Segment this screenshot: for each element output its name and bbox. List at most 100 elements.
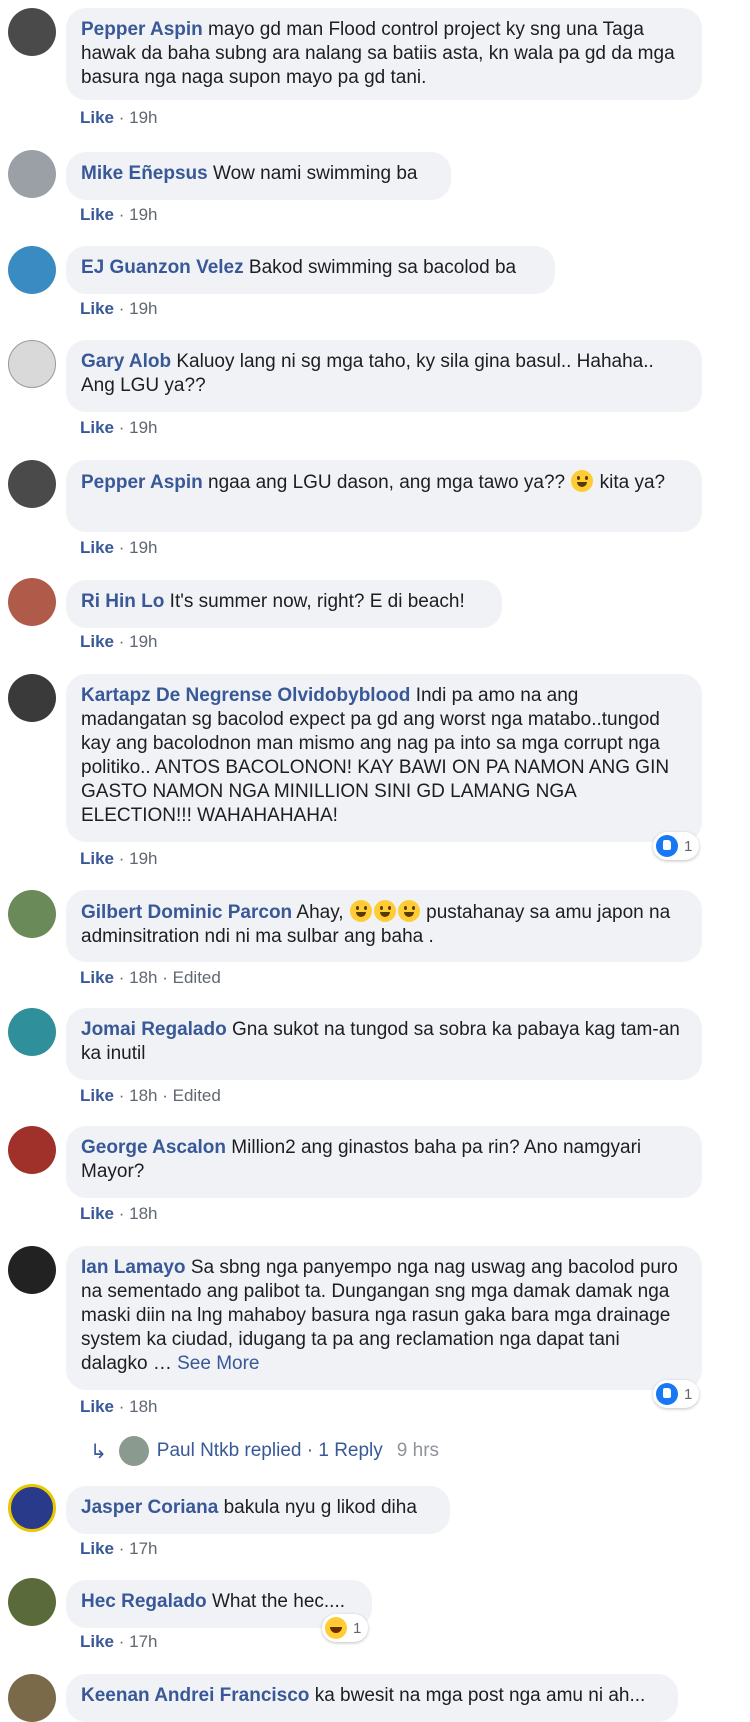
like-button[interactable]: Like	[80, 632, 114, 651]
comment-author[interactable]: Keenan Andrei Francisco	[81, 1685, 309, 1706]
comment-author[interactable]: Gilbert Dominic Parcon	[81, 902, 292, 923]
avatar[interactable]	[8, 1008, 56, 1056]
comment-meta: Like · 17h	[80, 1539, 158, 1558]
comment-meta: Like · 19h	[80, 632, 158, 651]
comment-text: bakula nyu g likod diha	[223, 1497, 417, 1518]
reaction-number: 1	[684, 837, 693, 855]
like-button[interactable]: Like	[80, 1204, 114, 1223]
avatar[interactable]	[8, 150, 56, 198]
comment-time[interactable]: 18h	[129, 968, 157, 987]
like-reaction-icon	[656, 835, 678, 857]
comment-bubble: George Ascalon Million2 ang ginastos bah…	[66, 1126, 702, 1198]
comment-meta: Like · 19h	[80, 418, 158, 437]
comment-time[interactable]: 18h	[129, 1086, 157, 1105]
like-button[interactable]: Like	[80, 1086, 114, 1105]
comment-meta: Like · 18h · Edited	[80, 1086, 221, 1105]
comment-author[interactable]: Jasper Coriana	[81, 1497, 218, 1518]
avatar[interactable]	[8, 674, 56, 722]
comment-bubble: Kartapz De Negrense Olvidobyblood Indi p…	[66, 674, 702, 842]
grinning-face-icon	[397, 900, 420, 922]
grinning-face-icon	[571, 470, 594, 492]
comment-meta: Like · 19h	[80, 538, 158, 557]
reaction-number: 1	[353, 1619, 362, 1637]
comment-time[interactable]: 19h	[129, 849, 157, 868]
comment-bubble: Gary Alob Kaluoy lang ni sg mga taho, ky…	[66, 340, 702, 412]
comment-text: kita ya?	[599, 472, 666, 493]
comment-meta: Like · 18h	[80, 1397, 158, 1416]
comment-text: ka bwesit na mga post nga amu ni ah...	[314, 1685, 646, 1706]
reaction-number: 1	[684, 1385, 693, 1403]
reply-author[interactable]: Paul Ntkb replied	[157, 1440, 302, 1462]
comment-author[interactable]: Hec Regalado	[81, 1591, 207, 1612]
comment-bubble: EJ Guanzon Velez Bakod swimming sa bacol…	[66, 246, 555, 294]
like-button[interactable]: Like	[80, 1397, 114, 1416]
avatar	[118, 1436, 149, 1466]
like-button[interactable]: Like	[80, 849, 114, 868]
comment-bubble: Gilbert Dominic Parcon Ahay, pustahanay …	[66, 890, 702, 962]
avatar[interactable]	[8, 1484, 56, 1532]
comment-time[interactable]: 19h	[129, 299, 157, 318]
comment-meta: Like · 18h	[80, 1204, 158, 1223]
reply-time: 9 hrs	[396, 1440, 440, 1461]
like-button[interactable]: Like	[80, 1632, 114, 1651]
avatar[interactable]	[8, 1674, 56, 1722]
like-button[interactable]: Like	[80, 1539, 114, 1558]
avatar[interactable]	[8, 1578, 56, 1626]
avatar[interactable]	[8, 1126, 56, 1174]
comment-time[interactable]: 17h	[129, 1539, 157, 1558]
like-button[interactable]: Like	[80, 968, 114, 987]
comment-bubble: Jomai Regalado Gna sukot na tungod sa so…	[66, 1008, 702, 1080]
like-button[interactable]: Like	[80, 418, 114, 437]
grinning-face-icon	[373, 900, 396, 922]
comment-text: What the hec....	[211, 1591, 346, 1612]
reaction-count[interactable]: 1	[653, 1380, 700, 1408]
comment-author[interactable]: EJ Guanzon Velez	[81, 257, 244, 278]
comment-bubble: Ri Hin Lo It's summer now, right? E di b…	[66, 580, 502, 628]
see-more-link[interactable]: See More	[177, 1353, 259, 1374]
reaction-count[interactable]: 1	[322, 1614, 369, 1642]
comment-time[interactable]: 19h	[129, 205, 157, 224]
comment-bubble: Mike Eñepsus Wow nami swimming ba	[66, 152, 451, 200]
comment-time[interactable]: 17h	[129, 1632, 157, 1651]
comment-time[interactable]: 18h	[129, 1397, 157, 1416]
reaction-count[interactable]: 1	[653, 832, 700, 860]
like-button[interactable]: Like	[80, 205, 114, 224]
avatar[interactable]	[8, 8, 56, 56]
like-button[interactable]: Like	[80, 299, 114, 318]
comment-author[interactable]: Ian Lamayo	[81, 1257, 186, 1278]
avatar[interactable]	[8, 1246, 56, 1294]
comment-meta: Like · 19h	[80, 205, 158, 224]
comment-time[interactable]: 18h	[129, 1204, 157, 1223]
comment-bubble: Jasper Coriana bakula nyu g likod diha	[66, 1486, 450, 1534]
avatar[interactable]	[8, 460, 56, 508]
reply-arrow-icon: ↳	[90, 1440, 107, 1463]
avatar[interactable]	[8, 246, 56, 294]
avatar[interactable]	[8, 578, 56, 626]
replies-link[interactable]: ↳ Paul Ntkb replied · 1 Reply 9 hrs	[90, 1436, 439, 1466]
comment-meta: Like · 19h	[80, 849, 158, 868]
comment-author[interactable]: Mike Eñepsus	[81, 163, 208, 184]
avatar[interactable]	[8, 890, 56, 938]
edited-label[interactable]: Edited	[173, 1086, 221, 1105]
comment-author[interactable]: Kartapz De Negrense Olvidobyblood	[81, 685, 410, 706]
comment-author[interactable]: Ri Hin Lo	[81, 591, 164, 612]
comment-author[interactable]: Jomai Regalado	[81, 1019, 227, 1040]
reply-count[interactable]: 1 Reply	[318, 1440, 382, 1462]
like-button[interactable]: Like	[80, 538, 114, 557]
comment-time[interactable]: 19h	[129, 632, 157, 651]
comment-bubble: Keenan Andrei Francisco ka bwesit na mga…	[66, 1674, 678, 1722]
comment-time[interactable]: 19h	[129, 108, 157, 127]
comment-author[interactable]: Pepper Aspin	[81, 19, 203, 40]
comment-bubble: Ian Lamayo Sa sbng nga panyempo nga nag …	[66, 1246, 702, 1390]
edited-label[interactable]: Edited	[173, 968, 221, 987]
like-button[interactable]: Like	[80, 108, 114, 127]
comment-author[interactable]: George Ascalon	[81, 1137, 226, 1158]
comment-text: Wow nami swimming ba	[213, 163, 418, 184]
comment-author[interactable]: Gary Alob	[81, 351, 171, 372]
comment-text: Indi pa amo na ang madangatan sg bacolod…	[81, 685, 670, 826]
comment-time[interactable]: 19h	[129, 538, 157, 557]
comment-time[interactable]: 19h	[129, 418, 157, 437]
comment-author[interactable]: Pepper Aspin	[81, 472, 203, 493]
avatar[interactable]	[8, 340, 56, 388]
comment-meta: Like · 18h · Edited	[80, 968, 221, 987]
